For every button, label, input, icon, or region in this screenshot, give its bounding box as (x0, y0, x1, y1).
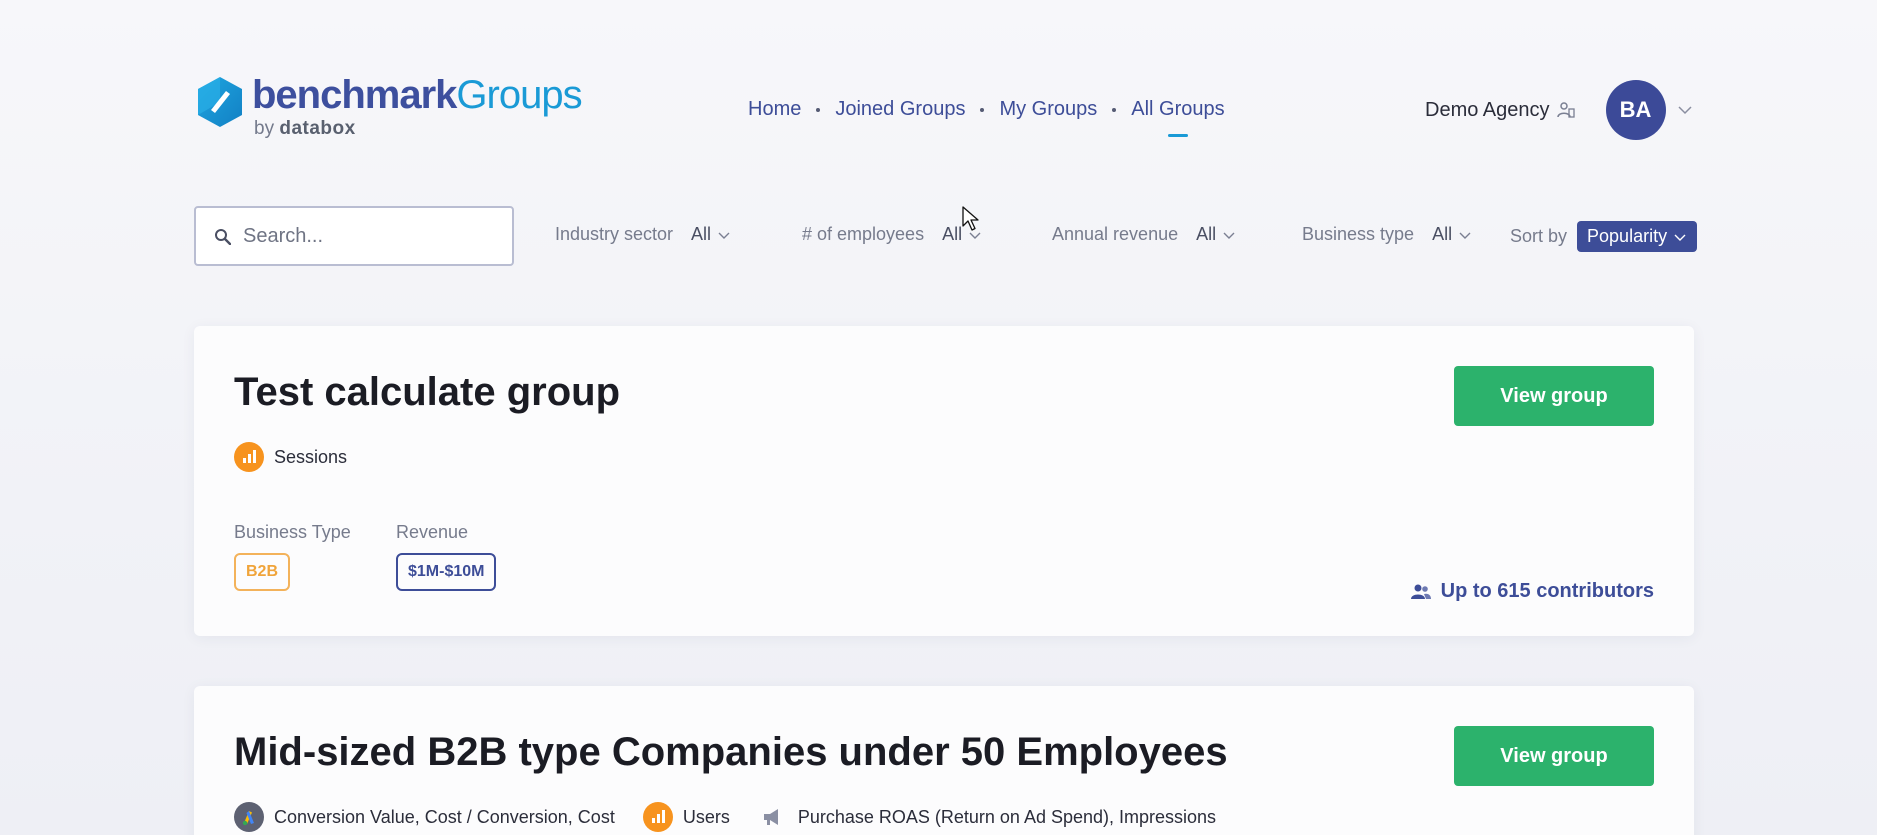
metric-label: Users (682, 806, 730, 827)
sort-label: Sort by (1510, 226, 1568, 246)
group-metrics: Sessions (234, 442, 375, 472)
metric-item: Conversion Value, Cost / Conversion, Cos… (234, 802, 615, 832)
nav-joined-groups[interactable]: Joined Groups (835, 98, 965, 121)
metric-item: Sessions (234, 442, 347, 472)
sort-value: Popularity (1587, 226, 1668, 246)
nav-separator (1112, 107, 1117, 112)
filter-value: All (942, 224, 963, 244)
nav-all-groups[interactable]: All Groups (1131, 98, 1225, 137)
search-icon (215, 228, 231, 245)
revenue-attribute: Revenue $1M-$10M (396, 522, 497, 591)
business-type-attribute: Business Type B2B (234, 522, 351, 591)
group-title: Mid-sized B2B type Companies under 50 Em… (234, 730, 1228, 774)
main-nav: Home Joined Groups My Groups All Groups (748, 98, 1225, 137)
filter-business-type: Business type All (1302, 224, 1472, 245)
nav-my-groups[interactable]: My Groups (999, 98, 1097, 121)
megaphone-icon (763, 809, 778, 825)
avatar[interactable]: BA (1605, 80, 1666, 140)
business-type-tag: B2B (234, 553, 291, 591)
logo-by-label: by (254, 118, 275, 139)
view-group-button[interactable]: View group (1454, 366, 1654, 426)
filter-label: Industry sector (555, 224, 674, 244)
google-analytics-icon (642, 802, 673, 832)
chevron-down-icon (1223, 232, 1235, 239)
logo-by-brand: databox (279, 118, 356, 139)
filter-label: Business type (1302, 224, 1415, 244)
filter-value: All (1432, 224, 1453, 244)
agency-user-icon (1556, 102, 1575, 118)
filter-value: All (691, 224, 712, 244)
page: benchmarkGroups by databox Home Joined G… (0, 0, 1877, 835)
hexagon-logo-icon (198, 77, 242, 127)
benchmark-groups-logo[interactable]: benchmarkGroups by databox (196, 73, 583, 140)
google-analytics-icon (234, 442, 264, 472)
chevron-down-icon (718, 232, 730, 239)
nav-separator (816, 107, 821, 112)
nav-separator (980, 107, 985, 112)
metric-label: Sessions (274, 446, 348, 467)
filter-label: Annual revenue (1052, 224, 1179, 244)
users-icon (1410, 584, 1431, 599)
search-box[interactable] (194, 206, 514, 266)
logo-brand-light: Groups (456, 73, 582, 117)
metric-item: Users (642, 802, 730, 832)
filter-business-type-dropdown[interactable]: All (1432, 224, 1472, 245)
filter-label: # of employees (802, 224, 925, 244)
contributors-label: Up to 615 contributors (1440, 580, 1654, 602)
filter-value: All (1196, 224, 1217, 244)
contributors-count: Up to 615 contributors (1410, 580, 1654, 603)
metric-item: Purchase ROAS (Return on Ad Spend), Impr… (758, 802, 1216, 832)
account-menu[interactable]: Demo Agency BA (1425, 80, 1694, 140)
nav-home[interactable]: Home (748, 98, 801, 121)
chevron-down-icon (1674, 234, 1686, 241)
group-card: Test calculate group View group Sessions… (194, 326, 1694, 636)
group-metrics: Conversion Value, Cost / Conversion, Cos… (234, 802, 1244, 832)
sort-dropdown[interactable]: Popularity (1577, 221, 1698, 252)
filter-annual-revenue: Annual revenue All (1052, 224, 1236, 245)
filter-industry-sector-dropdown[interactable]: All (691, 224, 731, 245)
revenue-tag: $1M-$10M (396, 553, 497, 591)
filter-annual-revenue-dropdown[interactable]: All (1196, 224, 1236, 245)
group-card: Mid-sized B2B type Companies under 50 Em… (194, 686, 1694, 835)
chevron-down-icon[interactable] (1676, 101, 1694, 119)
metric-label: Conversion Value, Cost / Conversion, Cos… (274, 806, 615, 827)
chevron-down-icon (1459, 232, 1471, 239)
business-type-label: Business Type (234, 522, 351, 542)
mouse-cursor-icon (962, 206, 979, 231)
account-name: Demo Agency (1425, 98, 1550, 121)
sort-by: Sort by Popularity (1510, 221, 1698, 252)
group-title: Test calculate group (234, 370, 621, 414)
metric-label: Purchase ROAS (Return on Ad Spend), Impr… (797, 806, 1217, 827)
search-input[interactable] (243, 224, 483, 248)
view-group-button[interactable]: View group (1454, 726, 1654, 786)
filter-employees: # of employees All (802, 224, 982, 245)
logo-brand-bold: benchmark (252, 73, 457, 117)
google-ads-icon (234, 802, 264, 832)
revenue-label: Revenue (396, 522, 469, 542)
filter-industry-sector: Industry sector All (555, 224, 731, 245)
